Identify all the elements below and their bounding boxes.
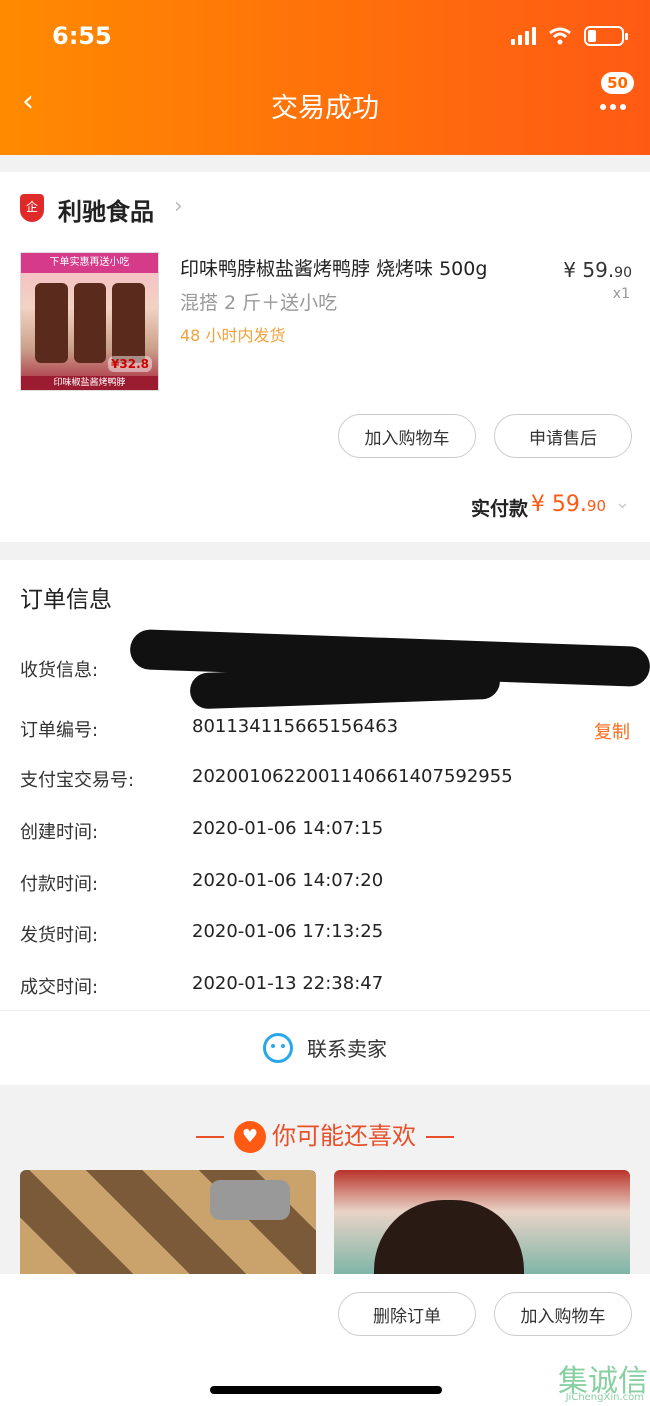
person-shape (374, 1200, 524, 1274)
bottom-add-to-cart-button[interactable]: 加入购物车 (494, 1292, 632, 1336)
shop-card: 企 利驰食品 › 下单实惠再送小吃 ¥32.8 印味椒盐酱烤鸭脖 印味鸭脖椒盐酱… (0, 172, 650, 542)
created-time-label: 创建时间: (20, 822, 99, 843)
total-value: ¥ 59.90 (531, 492, 606, 517)
paid-time-value: 2020-01-06 14:07:20 (192, 870, 384, 891)
recommend-heading: ♥ 你可能还喜欢 (0, 1116, 650, 1153)
completed-time-label: 成交时间: (20, 977, 99, 998)
recommended-item-image-2[interactable] (334, 1170, 630, 1274)
chevron-down-icon[interactable]: ⌄ (615, 492, 630, 513)
order-number-label: 订单编号: (20, 720, 99, 741)
chat-face-icon (263, 1032, 293, 1063)
shop-name[interactable]: 利驰食品 (58, 192, 154, 227)
product-spec: 混搭 2 斤＋送小吃 (180, 292, 338, 314)
product-price-main: ¥ 59. (563, 258, 615, 282)
recommend-title: 你可能还喜欢 (272, 1122, 416, 1150)
page-title: 交易成功 (271, 93, 379, 124)
contact-seller-button[interactable]: 联系卖家 (0, 1010, 650, 1085)
receiver-label: 收货信息: (20, 660, 99, 681)
total-value-cents: 90 (586, 497, 606, 515)
watermark-sub: JiChengXin.com (565, 1392, 644, 1403)
chevron-right-icon[interactable]: › (174, 194, 183, 219)
copy-order-number-button[interactable]: 复制 (594, 718, 630, 744)
completed-time-value: 2020-01-13 22:38:47 (192, 973, 384, 994)
status-icons (511, 26, 628, 46)
message-count-badge: 50 (601, 72, 634, 94)
home-indicator[interactable] (210, 1386, 442, 1394)
shipped-time-value: 2020-01-06 17:13:25 (192, 921, 384, 942)
created-time-value: 2020-01-06 14:07:15 (192, 818, 384, 839)
after-sale-button[interactable]: 申请售后 (494, 414, 632, 458)
product-image-pieces (35, 283, 146, 363)
shipped-time-label: 发货时间: (20, 925, 99, 946)
total-label: 实付款 (470, 498, 528, 520)
alipay-trade-value: 2020010622001140661407592955 (192, 766, 513, 787)
delete-order-button[interactable]: 删除订单 (338, 1292, 476, 1336)
product-price-cents: 90 (614, 265, 632, 281)
handbag-shape (210, 1180, 290, 1220)
signal-icon (511, 27, 536, 45)
battery-icon (584, 26, 628, 46)
more-button[interactable]: 50 (590, 72, 634, 122)
product-price: ¥ 59.90 (563, 258, 632, 282)
watermark-logo: 集诚信 JiChengXin.com (558, 1356, 648, 1403)
product-image[interactable]: 下单实惠再送小吃 ¥32.8 印味椒盐酱烤鸭脖 (20, 252, 159, 391)
product-image-banner: 下单实惠再送小吃 (21, 253, 158, 273)
order-number-value: 801134115665156463 (192, 716, 399, 737)
wifi-icon (549, 27, 571, 45)
product-image-price: ¥32.8 (108, 356, 152, 372)
status-time: 6:55 (52, 22, 112, 50)
paid-time-label: 付款时间: (20, 874, 99, 895)
top-header: 6:55 ‹ 交易成功 50 (0, 0, 650, 155)
shop-logo-icon: 企 (20, 194, 44, 222)
heart-icon: ♥ (234, 1121, 266, 1153)
contact-seller-label: 联系卖家 (307, 1037, 387, 1061)
alipay-trade-label: 支付宝交易号: (20, 770, 135, 791)
add-to-cart-button[interactable]: 加入购物车 (338, 414, 476, 458)
more-dots-icon (600, 104, 626, 110)
order-info-card: 订单信息 收货信息: 订单编号: 801134115665156463 复制 支… (0, 560, 650, 1085)
shipping-note: 48 小时内发货 (180, 326, 286, 345)
decor-line-left (196, 1136, 224, 1138)
product-title[interactable]: 印味鸭脖椒盐酱烤鸭脖 烧烤味 500g (180, 254, 550, 281)
product-quantity: x1 (612, 286, 630, 302)
total-value-main: ¥ 59. (530, 492, 587, 517)
decor-line-right (426, 1136, 454, 1138)
order-info-heading: 订单信息 (20, 587, 112, 613)
product-image-footer: 印味椒盐酱烤鸭脖 (21, 376, 158, 390)
recommended-item-image-1[interactable] (20, 1170, 316, 1274)
